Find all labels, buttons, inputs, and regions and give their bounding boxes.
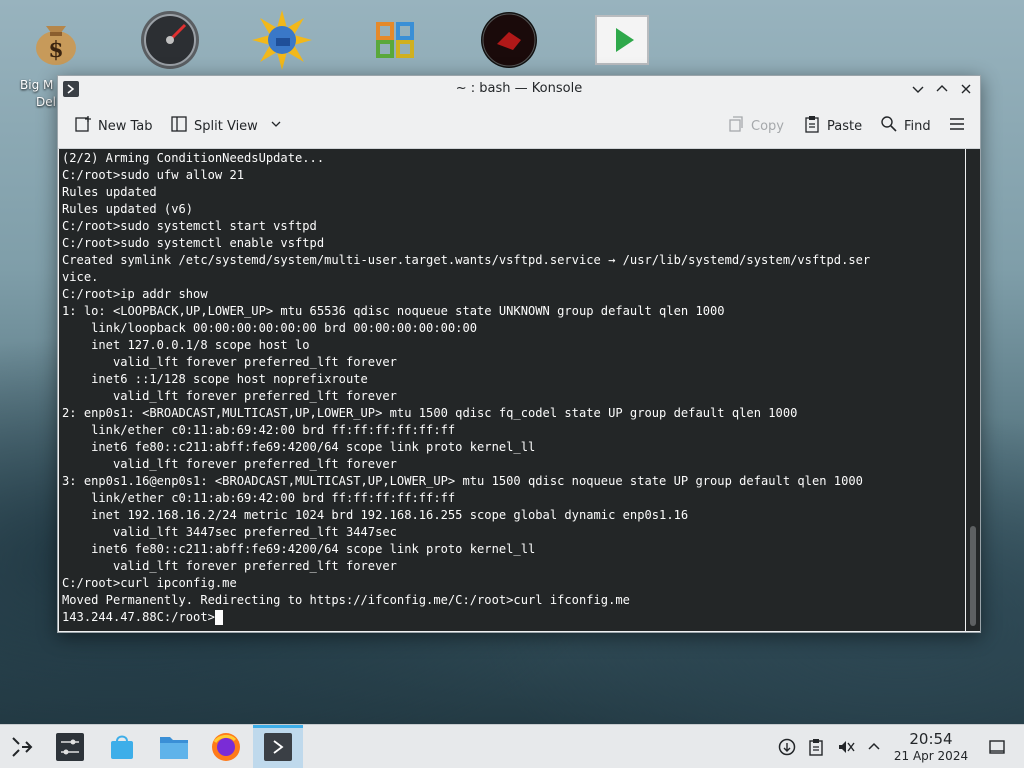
new-tab-icon [74,115,92,137]
window-toolbar: New Tab Split View Copy Paste Find [58,102,980,149]
find-button[interactable]: Find [880,115,931,137]
hamburger-menu-button[interactable] [948,115,966,137]
terminal-line: inet 192.168.16.2/24 metric 1024 brd 192… [62,508,689,522]
terminal-line: link/ether c0:11:ab:69:42:00 brd ff:ff:f… [62,423,456,437]
terminal-line: Moved Permanently. Redirecting to https:… [62,593,630,607]
copy-button[interactable]: Copy [727,115,784,137]
terminal-line: link/loopback 00:00:00:00:00:00 brd 00:0… [62,321,478,335]
terminal-line: link/ether c0:11:ab:69:42:00 brd ff:ff:f… [62,491,456,505]
terminal-line: 2: enp0s1: <BROADCAST,MULTICAST,UP,LOWER… [62,406,798,420]
new-tab-button[interactable]: New Tab [74,115,153,137]
terminal-line: inet6 fe80::c211:abff:fe69:4200/64 scope… [62,440,536,454]
split-view-button[interactable]: Split View [170,115,282,137]
terminal-line: C:/root>ip addr show [62,287,208,301]
show-desktop-icon[interactable] [988,738,1006,756]
paste-button[interactable]: Paste [803,115,862,137]
scrollbar-thumb[interactable] [970,526,976,626]
terminal-line: inet6 ::1/128 scope host noprefixroute [62,372,368,386]
terminal-cursor [214,610,223,625]
terminal-line: 1: lo: <LOOPBACK,UP,LOWER_UP> mtu 65536 … [62,304,725,318]
money-bag-icon[interactable]: $ [24,8,88,72]
konsole-taskbar-icon[interactable] [262,731,294,763]
terminal-scrollbar[interactable] [966,149,980,631]
media-player-icon[interactable] [590,8,654,72]
clock-date[interactable]: 21 Apr 2024 [890,749,972,763]
window-titlebar[interactable]: ~ : bash — Konsole [58,76,980,102]
terminal-prompt: 143.244.47.88C:/root> [62,610,215,624]
desktop-icon-label: Big M Del [20,78,56,109]
terminal-line: valid_lft 3447sec preferred_lft 3447sec [62,525,397,539]
close-button[interactable] [957,80,975,98]
terminal-line: valid_lft forever preferred_lft forever [62,355,397,369]
terminal-line: C:/root>sudo systemctl start vsftpd [62,219,317,233]
terminal-prompt-line: 143.244.47.88C:/root> [62,609,870,626]
file-manager-icon[interactable] [158,731,190,763]
maximize-button[interactable] [933,80,951,98]
terminal-line: inet6 fe80::c211:abff:fe69:4200/64 scope… [62,542,536,556]
search-icon [880,115,898,137]
terminal-line: vice. [62,270,99,284]
chevron-down-icon [270,118,282,134]
terminal-line: Rules updated (v6) [62,202,194,216]
red-app-icon[interactable] [477,8,541,72]
terminal-line: valid_lft forever preferred_lft forever [62,389,397,403]
terminal-line: 3: enp0s1.16@enp0s1: <BROADCAST,MULTICAS… [62,474,863,488]
terminal-line: inet 127.0.0.1/8 scope host lo [62,338,310,352]
konsole-window: ~ : bash — Konsole New Tab Split View Co… [57,75,981,633]
svg-text:$: $ [48,37,63,63]
terminal-line: valid_lft forever preferred_lft forever [62,559,397,573]
copy-icon [727,115,745,137]
split-view-icon [170,115,188,137]
terminal-line: Created symlink /etc/systemd/system/mult… [62,253,871,267]
chevron-up-icon[interactable] [865,738,883,756]
clipboard-icon[interactable] [807,738,825,756]
terminal-line: C:/root>sudo systemctl enable vsftpd [62,236,325,250]
terminal-lines: (2/2) Arming ConditionNeedsUpdate... C:/r… [62,150,870,626]
terminal-line: Rules updated [62,185,157,199]
terminal-line: C:/root>sudo ufw allow 21 [62,168,245,182]
paste-icon [803,115,821,137]
taskbar: 20:54 21 Apr 2024 [0,724,1024,768]
network-app-icon[interactable] [364,8,428,72]
clock-time[interactable]: 20:54 [896,730,966,748]
speedometer-icon[interactable] [138,8,202,72]
sun-disk-icon[interactable] [250,8,314,72]
discover-store-icon[interactable] [106,731,138,763]
terminal-line: valid_lft forever preferred_lft forever [62,457,397,471]
network-status-icon[interactable] [778,738,796,756]
terminal-output[interactable]: (2/2) Arming ConditionNeedsUpdate... C:/r… [59,149,965,631]
minimize-button[interactable] [909,80,927,98]
terminal-line: (2/2) Arming ConditionNeedsUpdate... [62,151,325,165]
terminal-line: C:/root>curl ipconfig.me [62,576,237,590]
firefox-icon[interactable] [210,731,242,763]
window-title: ~ : bash — Konsole [455,81,583,96]
system-settings-icon[interactable] [54,731,86,763]
volume-muted-icon[interactable] [837,738,855,756]
application-launcher-icon[interactable] [6,731,38,763]
hamburger-menu-icon [948,115,966,137]
